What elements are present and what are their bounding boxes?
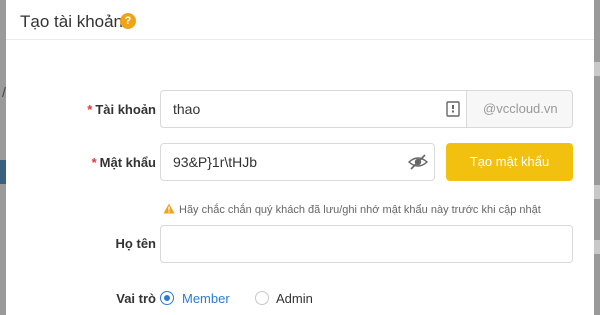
username-input[interactable]: thao [160,90,467,128]
fullname-label: Họ tên [115,236,156,251]
modal-title: Tạo tài khoản [20,12,124,31]
role-member-radio[interactable] [160,291,174,305]
create-account-modal: Tạo tài khoản ? * Tài khoản thao @vccloud… [6,0,594,315]
generate-password-button[interactable]: Tạo mật khẩu [446,143,573,181]
contact-card-icon[interactable] [444,100,462,118]
username-label: * Tài khoản [87,102,156,117]
warning-text: Hãy chắc chắn quý khách đã lưu/ghi nhớ m… [179,204,541,216]
password-warning: Hãy chắc chắn quý khách đã lưu/ghi nhớ m… [163,203,541,216]
warning-triangle-icon [163,203,175,214]
fullname-input[interactable] [160,225,573,263]
role-admin-radio[interactable] [255,291,269,305]
role-member-label[interactable]: Member [182,291,230,306]
modal-header: Tạo tài khoản ? [6,0,594,40]
background-row [594,240,600,254]
role-label: Vai trò [116,291,156,306]
password-value: 93&P}1r\tHJb [173,154,258,170]
hide-password-icon[interactable] [407,153,429,171]
username-value: thao [173,101,201,117]
question-circle-icon[interactable]: ? [120,13,136,29]
domain-suffix: @vccloud.vn [467,90,573,128]
required-marker: * [87,102,93,117]
background-row [594,185,600,199]
role-admin-label[interactable]: Admin [276,291,313,306]
password-label: * Mật khẩu [91,155,156,170]
background-row [594,62,600,76]
password-input[interactable]: 93&P}1r\tHJb [160,143,435,181]
required-marker: * [91,155,97,170]
